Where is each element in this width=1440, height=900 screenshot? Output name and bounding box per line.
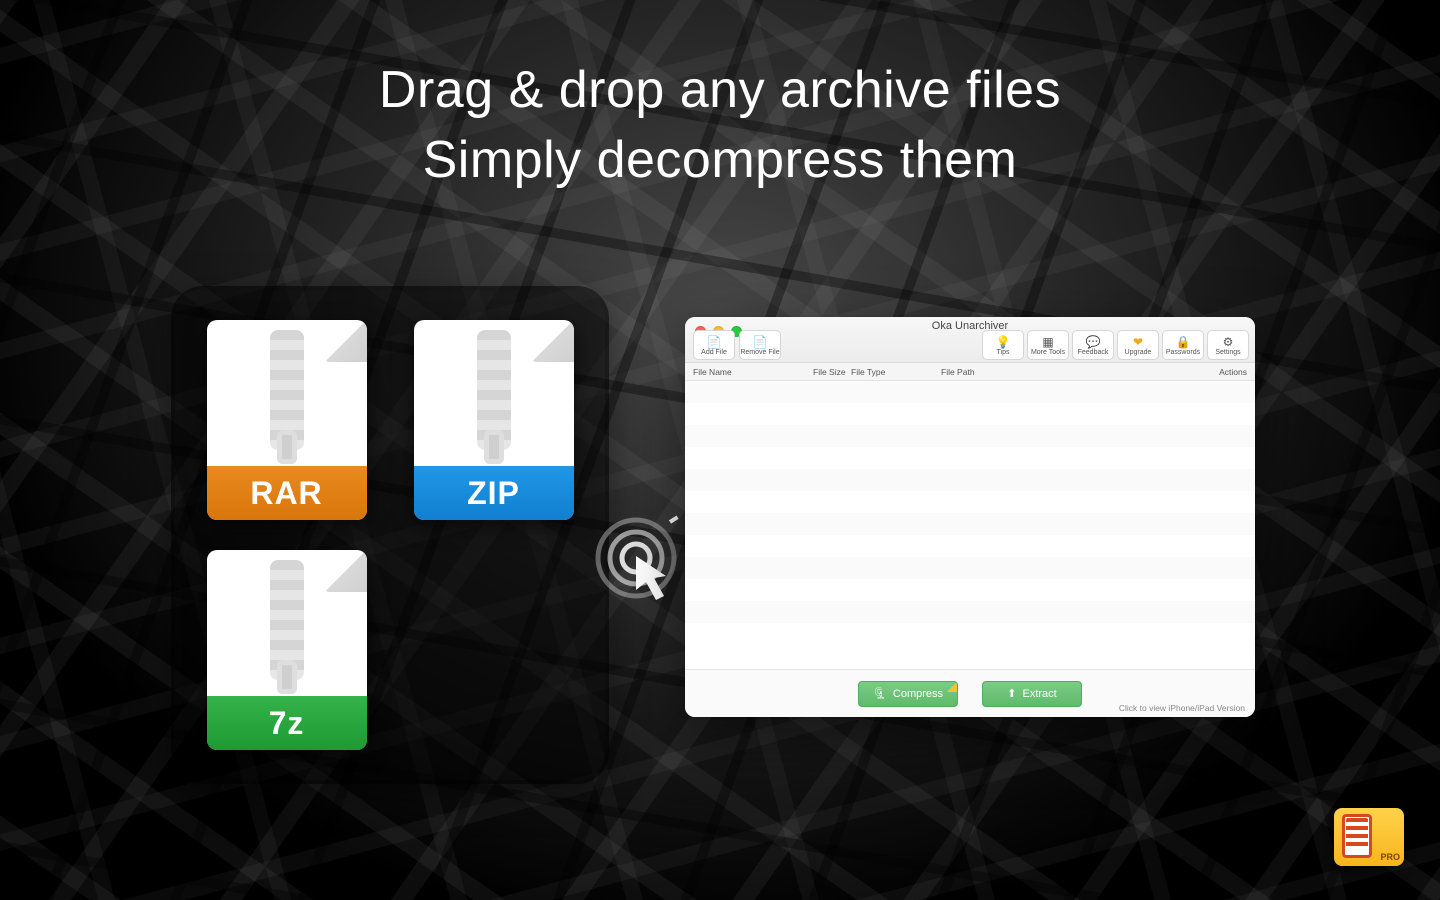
file-list[interactable] [685, 381, 1255, 669]
button-label: More Tools [1031, 349, 1065, 356]
archive-label: ZIP [414, 466, 574, 520]
button-label: Tips [997, 349, 1010, 356]
dogear-icon [325, 320, 367, 362]
button-label: Settings [1215, 349, 1240, 356]
dogear-icon [325, 550, 367, 592]
archive-label: RAR [207, 466, 367, 520]
archive-tile-zip[interactable]: ZIP [414, 320, 574, 520]
tips-button[interactable]: 💡 Tips [982, 330, 1024, 360]
table-row [685, 623, 1255, 645]
button-label: Upgrade [1125, 349, 1152, 356]
table-row [685, 601, 1255, 623]
promo-line-2: Simply decompress them [0, 130, 1440, 190]
chat-icon: 💬 [1086, 336, 1101, 348]
table-row [685, 491, 1255, 513]
table-row [685, 381, 1255, 403]
toolbar-left: 📄 Add File 📄 Remove File [693, 330, 781, 360]
table-row [685, 447, 1255, 469]
archive-icon: RAR [207, 320, 367, 520]
more-tools-button[interactable]: ▦ More Tools [1027, 330, 1069, 360]
table-row [685, 557, 1255, 579]
table-row [685, 513, 1255, 535]
window-footer: 🗜 Compress ⬆ Extract Click to view iPhon… [685, 669, 1255, 717]
button-label: Feedback [1078, 349, 1109, 356]
table-row [685, 403, 1255, 425]
compress-button[interactable]: 🗜 Compress [858, 681, 958, 707]
table-header: File Name File Size File Type File Path … [685, 363, 1255, 381]
table-row [685, 535, 1255, 557]
column-file-name[interactable]: File Name [693, 367, 813, 377]
lightbulb-icon: 💡 [996, 336, 1011, 348]
button-label: Remove File [740, 349, 779, 356]
extract-button[interactable]: ⬆ Extract [982, 681, 1082, 707]
archive-icon: 7z [207, 550, 367, 750]
extract-icon: ⬆ [1007, 687, 1016, 700]
column-file-type[interactable]: File Type [851, 367, 941, 377]
upgrade-button[interactable]: ❤ Upgrade [1117, 330, 1159, 360]
feedback-button[interactable]: 💬 Feedback [1072, 330, 1114, 360]
pro-ribbon-icon [947, 681, 958, 692]
add-file-button[interactable]: 📄 Add File [693, 330, 735, 360]
archive-tile-rar[interactable]: RAR [207, 320, 367, 520]
archive-label: 7z [207, 696, 367, 750]
lock-icon: 🔒 [1176, 336, 1191, 348]
dogear-icon [532, 320, 574, 362]
promo-headline: Drag & drop any archive files Simply dec… [0, 60, 1440, 190]
grid-icon: ▦ [1042, 336, 1053, 348]
promo-line-1: Drag & drop any archive files [0, 60, 1440, 120]
table-row [685, 469, 1255, 491]
gear-icon: ⚙ [1223, 336, 1234, 348]
archive-icon: ZIP [414, 320, 574, 520]
table-row [685, 425, 1255, 447]
table-row [685, 579, 1255, 601]
column-file-size[interactable]: File Size [813, 367, 851, 377]
pro-badge-label: PRO [1380, 852, 1400, 862]
button-label: Add File [701, 349, 727, 356]
remove-file-button[interactable]: 📄 Remove File [739, 330, 781, 360]
app-window: Oka Unarchiver 📄 Add File 📄 Remove File … [685, 317, 1255, 717]
pro-badge[interactable]: PRO [1334, 808, 1404, 866]
toolbar-right: 💡 Tips ▦ More Tools 💬 Feedback ❤ Upgrade… [982, 330, 1249, 360]
file-plus-icon: 📄 [707, 336, 722, 348]
archive-tile-panel: RAR ZIP 7z [175, 290, 605, 780]
heart-icon: ❤ [1133, 336, 1143, 348]
titlebar: Oka Unarchiver 📄 Add File 📄 Remove File … [685, 317, 1255, 363]
archive-icon: 🗜 [873, 687, 887, 700]
column-file-path[interactable]: File Path [941, 367, 1187, 377]
settings-button[interactable]: ⚙ Settings [1207, 330, 1249, 360]
footer-hint-link[interactable]: Click to view iPhone/iPad Version [1119, 703, 1245, 713]
passwords-button[interactable]: 🔒 Passwords [1162, 330, 1204, 360]
button-label: Extract [1022, 688, 1056, 700]
button-label: Passwords [1166, 349, 1200, 356]
archive-tile-7z[interactable]: 7z [207, 550, 367, 750]
column-actions[interactable]: Actions [1187, 367, 1247, 377]
button-label: Compress [893, 688, 943, 700]
file-x-icon: 📄 [753, 336, 768, 348]
